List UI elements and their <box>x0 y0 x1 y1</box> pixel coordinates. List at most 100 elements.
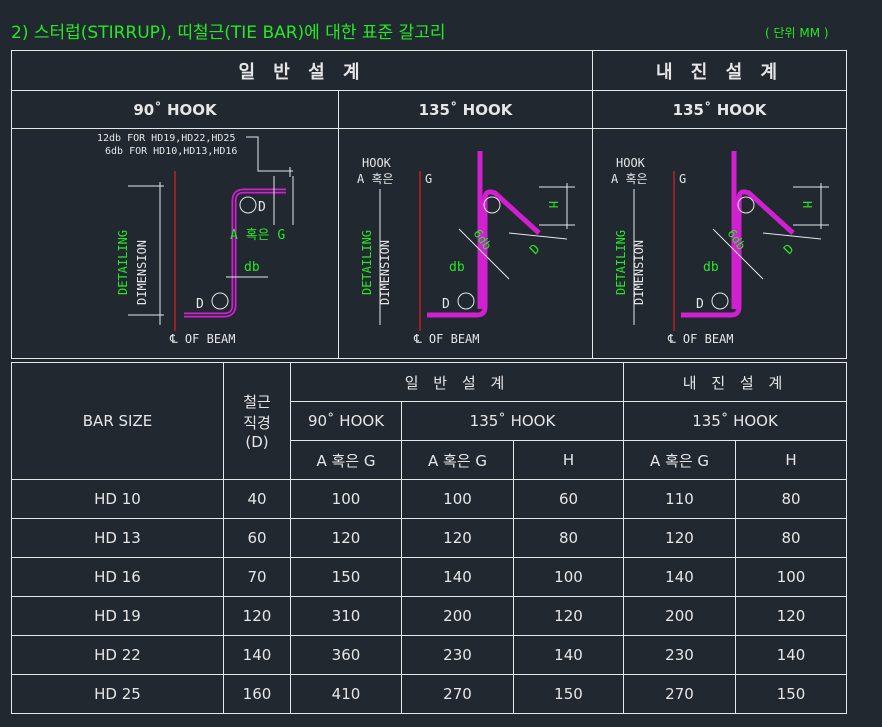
label-6db: 6db <box>471 227 495 253</box>
cell-seismic-h: 80 <box>734 479 848 519</box>
label-beam: ℄ OF BEAM <box>413 332 480 346</box>
cell-seismic-h: 140 <box>734 635 848 675</box>
label-g: G <box>679 172 686 186</box>
diameter-header: 철근 직경 (D) <box>223 362 291 480</box>
hook-note-line1: 12db FOR HD19,HD22,HD25 <box>97 133 235 144</box>
hook-drawing-table: 일 반 설 계 내 진 설 계 90˚ HOOK 135˚ HOOK 135˚ … <box>10 50 848 359</box>
hook-135-general-drawing: HOOK A 혹은 G DETAILING DIMENSION 6db D H <box>357 151 575 346</box>
cell-seismic-g: 270 <box>623 674 736 714</box>
detailing-label: DETAILING <box>116 230 130 295</box>
hook-90-drawing: 12db FOR HD19,HD22,HD25 6db FOR HD10,HD1… <box>97 133 294 346</box>
cell-h135: 80 <box>513 518 624 558</box>
cell-seismic-g: 120 <box>623 518 736 558</box>
table-row: HD 13 60 120 120 80 120 80 <box>11 518 848 558</box>
hook-135-seismic-header: 135˚ HOOK <box>622 401 848 441</box>
hook-135-general-header: 135˚ HOOK <box>401 401 624 441</box>
cell-g90: 120 <box>290 518 402 558</box>
cell-g135: 140 <box>401 557 514 597</box>
detailing-label: DETAILING <box>360 230 374 295</box>
label-d-bottom: D <box>442 297 450 312</box>
seismic-design-header: 내 진 설 계 <box>622 362 848 402</box>
cell-seismic-h: 100 <box>734 557 848 597</box>
label-db: db <box>449 260 465 275</box>
cell-seismic-g: 200 <box>623 596 736 636</box>
seismic-design-header: 내 진 설 계 <box>592 50 848 91</box>
general-design-header: 일 반 설 계 <box>290 362 624 402</box>
bend-circle-bottom <box>211 292 229 310</box>
cell-bar-size: HD 16 <box>11 557 224 597</box>
bar-size-header: BAR SIZE <box>11 362 224 480</box>
detailing-label: DETAILING <box>614 230 628 295</box>
table-row: HD 10 40 100 100 60 110 80 <box>11 479 848 519</box>
cell-diameter: 60 <box>223 518 291 558</box>
label-db: db <box>703 260 719 275</box>
cell-g135: 270 <box>401 674 514 714</box>
cell-g90: 310 <box>290 596 402 636</box>
label-db: db <box>244 260 260 275</box>
cell-g135: 200 <box>401 596 514 636</box>
table-row: HD 16 70 150 140 100 140 100 <box>11 557 848 597</box>
label-h: H <box>546 201 560 208</box>
label-beam: ℄ OF BEAM <box>169 332 236 346</box>
diameter-header-line3: (D) <box>245 433 269 451</box>
dimension-label: DIMENSION <box>378 240 392 305</box>
col-a-or-g-135: A 혹은 G <box>401 440 514 480</box>
cell-g90: 410 <box>290 674 402 714</box>
col-a-or-g-90: A 혹은 G <box>290 440 402 480</box>
hook-135-seismic-drawing: HOOK A 혹은 G DETAILING DIMENSION 6db D H <box>611 151 830 346</box>
label-a-or-g: A 혹은 G <box>230 228 285 243</box>
diameter-header-line2: 직경 <box>243 414 271 432</box>
hook-label-line2: A 혹은 <box>357 172 394 186</box>
cell-diameter: 70 <box>223 557 291 597</box>
hook-90-header: 90˚ HOOK <box>11 90 339 129</box>
label-d-top: D <box>258 200 266 215</box>
hook-note-line2: 6db FOR HD10,HD13,HD16 <box>105 146 237 157</box>
label-beam: ℄ OF BEAM <box>667 332 734 346</box>
cell-seismic-h: 150 <box>734 674 848 714</box>
cell-seismic-g: 230 <box>623 635 736 675</box>
diameter-header-line1: 철근 <box>243 393 271 411</box>
col-h-seismic: H <box>734 440 848 480</box>
bend-circle-top <box>239 196 257 214</box>
cell-seismic-g: 110 <box>623 479 736 519</box>
hook-length-table: BAR SIZE 철근 직경 (D) 일 반 설 계 내 진 설 계 90˚ H… <box>11 362 848 714</box>
cell-seismic-h: 120 <box>734 596 848 636</box>
general-design-header: 일 반 설 계 <box>10 50 594 91</box>
cell-g90: 360 <box>290 635 402 675</box>
cell-g90: 150 <box>290 557 402 597</box>
cell-g135: 230 <box>401 635 514 675</box>
cell-diameter: 140 <box>223 635 291 675</box>
table-row: HD 25 160 410 270 150 270 150 <box>11 674 848 714</box>
hook-label-line1: HOOK <box>362 156 392 170</box>
cell-bar-size: HD 10 <box>11 479 224 519</box>
hook-90-drawing-cell: 12db FOR HD19,HD22,HD25 6db FOR HD10,HD1… <box>11 128 339 359</box>
cell-bar-size: HD 25 <box>11 674 224 714</box>
cell-diameter: 40 <box>223 479 291 519</box>
col-a-or-g-seismic: A 혹은 G <box>623 440 736 480</box>
cell-h135: 100 <box>513 557 624 597</box>
page-title: 2) 스터럽(STIRRUP), 띠철근(TIE BAR)에 대한 표준 갈고리 <box>11 23 446 43</box>
col-h-135: H <box>513 440 624 480</box>
cell-h135: 60 <box>513 479 624 519</box>
hook-135-general-drawing-cell: HOOK A 혹은 G DETAILING DIMENSION 6db D H <box>337 128 594 359</box>
dimension-label: DIMENSION <box>135 240 149 305</box>
hook-135-seismic-drawing-cell: HOOK A 혹은 G DETAILING DIMENSION 6db D H <box>592 128 848 359</box>
unit-label: ( 단위 MM ) <box>765 26 829 40</box>
label-h: H <box>800 201 814 208</box>
label-d-bottom: D <box>696 297 704 312</box>
label-d-bottom: D <box>196 297 204 312</box>
cell-bar-size: HD 19 <box>11 596 224 636</box>
cell-diameter: 160 <box>223 674 291 714</box>
cell-h135: 120 <box>513 596 624 636</box>
table-row: HD 22 140 360 230 140 230 140 <box>11 635 848 675</box>
label-6db: 6db <box>725 227 749 253</box>
cell-h135: 140 <box>513 635 624 675</box>
label-g: G <box>425 172 432 186</box>
cell-seismic-h: 80 <box>734 518 848 558</box>
hook-135-general-header: 135˚ HOOK <box>337 90 594 129</box>
dimension-label: DIMENSION <box>632 240 646 305</box>
hook-135-seismic-header: 135˚ HOOK <box>592 90 848 129</box>
label-d: D <box>781 242 797 258</box>
cell-seismic-g: 140 <box>623 557 736 597</box>
cell-g135: 100 <box>401 479 514 519</box>
